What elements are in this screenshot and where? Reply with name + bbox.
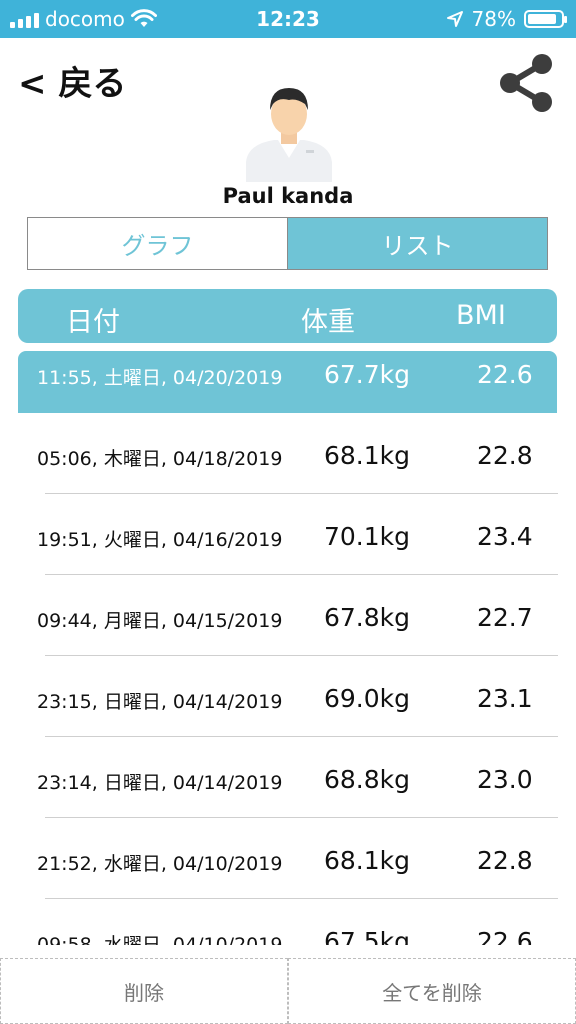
row-bmi: 23.4 bbox=[477, 522, 533, 551]
row-date: 09:58, 水曜日, 04/10/2019 bbox=[37, 934, 283, 945]
row-weight: 69.0kg bbox=[324, 684, 411, 713]
row-weight: 68.8kg bbox=[324, 765, 411, 794]
table-row[interactable]: 05:06, 木曜日, 04/18/2019 68.1kg 22.8 bbox=[0, 413, 576, 494]
record-list[interactable]: 11:55, 土曜日, 04/20/2019 67.7kg 22.6 05:06… bbox=[0, 351, 576, 945]
back-button[interactable]: < 戻る bbox=[18, 56, 126, 105]
tab-graph[interactable]: グラフ bbox=[28, 218, 287, 269]
row-bmi: 23.0 bbox=[477, 765, 533, 794]
row-weight: 68.1kg bbox=[324, 846, 411, 875]
location-arrow-icon bbox=[446, 11, 463, 27]
row-weight: 67.5kg bbox=[324, 927, 411, 945]
delete-all-button[interactable]: 全てを削除 bbox=[288, 958, 576, 1024]
row-date: 09:44, 月曜日, 04/15/2019 bbox=[37, 610, 283, 632]
table-row[interactable]: 09:44, 月曜日, 04/15/2019 67.8kg 22.7 bbox=[0, 575, 576, 656]
avatar bbox=[246, 88, 332, 182]
status-bar: docomo 12:23 78% bbox=[0, 0, 576, 38]
table-row[interactable]: 23:14, 日曜日, 04/14/2019 68.8kg 23.0 bbox=[0, 737, 576, 818]
column-header-bmi: BMI bbox=[456, 300, 506, 331]
row-weight: 70.1kg bbox=[324, 522, 411, 551]
table-row[interactable]: 23:15, 日曜日, 04/14/2019 69.0kg 23.1 bbox=[0, 656, 576, 737]
column-header-weight: 体重 bbox=[301, 307, 355, 338]
delete-button[interactable]: 削除 bbox=[0, 958, 288, 1024]
row-date: 05:06, 木曜日, 04/18/2019 bbox=[37, 448, 283, 470]
battery-percent: 78% bbox=[471, 7, 516, 31]
view-segmented-control: グラフ リスト bbox=[27, 217, 548, 270]
row-date: 11:55, 土曜日, 04/20/2019 bbox=[37, 367, 283, 389]
row-bmi: 22.7 bbox=[477, 603, 533, 632]
row-bmi: 22.8 bbox=[477, 846, 533, 875]
table-row[interactable]: 19:51, 火曜日, 04/16/2019 70.1kg 23.4 bbox=[0, 494, 576, 575]
table-row[interactable]: 11:55, 土曜日, 04/20/2019 67.7kg 22.6 bbox=[18, 351, 557, 413]
status-right: 78% bbox=[446, 7, 567, 31]
share-icon[interactable] bbox=[496, 52, 558, 114]
row-date: 19:51, 火曜日, 04/16/2019 bbox=[37, 529, 283, 551]
row-bmi: 23.1 bbox=[477, 684, 533, 713]
row-bmi: 22.6 bbox=[477, 927, 533, 945]
row-bmi: 22.8 bbox=[477, 441, 533, 470]
row-bmi: 22.6 bbox=[477, 360, 533, 389]
row-weight: 67.7kg bbox=[324, 360, 411, 389]
column-header-date: 日付 bbox=[66, 307, 120, 338]
row-weight: 68.1kg bbox=[324, 441, 411, 470]
row-weight: 67.8kg bbox=[324, 603, 411, 632]
footer-toolbar: 削除 全てを削除 bbox=[0, 958, 576, 1024]
row-date: 23:14, 日曜日, 04/14/2019 bbox=[37, 772, 283, 794]
table-header: 日付 体重 BMI bbox=[18, 289, 557, 343]
row-date: 23:15, 日曜日, 04/14/2019 bbox=[37, 691, 283, 713]
table-row[interactable]: 09:58, 水曜日, 04/10/2019 67.5kg 22.6 bbox=[0, 899, 576, 945]
battery-icon bbox=[524, 10, 567, 28]
tab-list[interactable]: リスト bbox=[287, 218, 547, 269]
table-row[interactable]: 21:52, 水曜日, 04/10/2019 68.1kg 22.8 bbox=[0, 818, 576, 899]
user-name: Paul kanda bbox=[222, 184, 354, 208]
row-date: 21:52, 水曜日, 04/10/2019 bbox=[37, 853, 283, 875]
